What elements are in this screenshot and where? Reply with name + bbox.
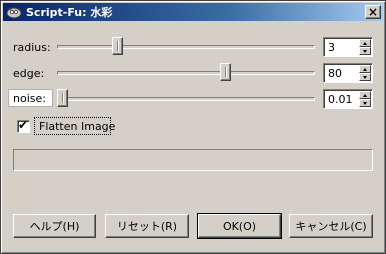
help-button[interactable]: ヘルプ(H) xyxy=(13,214,96,238)
edge-slider-thumb[interactable] xyxy=(220,63,231,81)
reset-button-label: リセット(R) xyxy=(116,220,178,233)
ok-button[interactable]: OK(O) xyxy=(197,213,282,239)
radius-decrement-button[interactable] xyxy=(359,47,371,55)
noise-value[interactable]: 0.01 xyxy=(328,93,353,106)
radius-slider-thumb[interactable] xyxy=(112,37,123,55)
window-title: Script-Fu: 水彩 xyxy=(26,6,113,19)
close-button[interactable]: × xyxy=(365,5,381,19)
help-button-label: ヘルプ(H) xyxy=(29,220,80,233)
title-bar[interactable]: Script-Fu: 水彩 × xyxy=(3,3,383,21)
progress-bar xyxy=(13,149,373,171)
edge-spinbox[interactable]: 80 xyxy=(323,63,373,83)
noise-increment-button[interactable] xyxy=(359,91,371,99)
edge-decrement-button[interactable] xyxy=(359,73,371,81)
noise-label: noise: xyxy=(13,92,46,105)
flatten-image-checkbox[interactable]: ✔ xyxy=(17,118,30,133)
radius-spinbox[interactable]: 3 xyxy=(323,37,373,57)
cancel-button-label: キャンセル(C) xyxy=(295,220,367,233)
radius-increment-button[interactable] xyxy=(359,39,371,47)
check-icon: ✔ xyxy=(18,118,29,132)
script-fu-dialog: Script-Fu: 水彩 × radius: 3 edge: 80 noise… xyxy=(0,0,386,254)
flatten-image-label[interactable]: Flatten Image xyxy=(39,120,115,133)
noise-slider-thumb[interactable] xyxy=(57,89,68,107)
gimp-wilber-icon xyxy=(6,7,22,19)
edge-label: edge: xyxy=(13,67,45,80)
edge-slider-track[interactable] xyxy=(57,71,315,75)
edge-increment-button[interactable] xyxy=(359,65,371,73)
close-icon: × xyxy=(367,5,379,19)
radius-label: radius: xyxy=(13,41,51,54)
cancel-button[interactable]: キャンセル(C) xyxy=(289,214,373,238)
noise-spinbox[interactable]: 0.01 xyxy=(323,89,373,109)
reset-button[interactable]: リセット(R) xyxy=(105,214,189,238)
noise-decrement-button[interactable] xyxy=(359,99,371,107)
ok-button-label: OK(O) xyxy=(222,219,257,233)
noise-slider-track[interactable] xyxy=(57,97,315,101)
radius-value[interactable]: 3 xyxy=(328,41,335,54)
edge-value[interactable]: 80 xyxy=(328,67,342,80)
radius-slider-track[interactable] xyxy=(57,45,315,49)
